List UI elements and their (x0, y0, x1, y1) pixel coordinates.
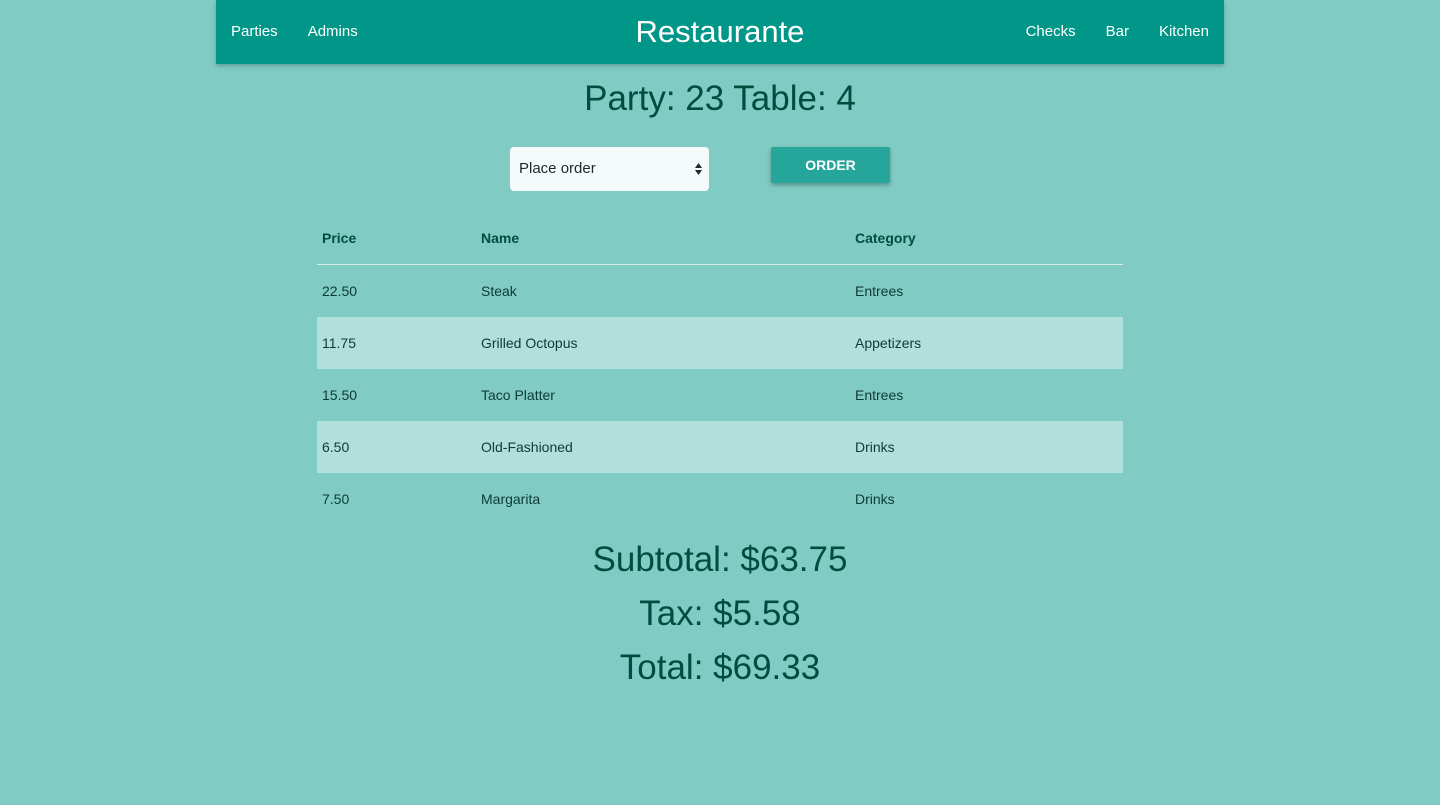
nav-link-parties[interactable]: Parties (216, 0, 293, 64)
nav-link-admins[interactable]: Admins (293, 0, 373, 64)
nav-left-group: Parties Admins (216, 0, 373, 64)
cell-name: Margarita (481, 491, 541, 507)
cell-name: Grilled Octopus (476, 317, 850, 369)
nav-link-kitchen[interactable]: Kitchen (1144, 0, 1224, 64)
cell-price: 22.50 (322, 283, 358, 299)
order-items-table: Price Name Category 22.50 Steak Entrees … (317, 212, 1123, 525)
cell-name: Steak (481, 283, 517, 299)
cell-price: 11.75 (317, 317, 476, 369)
cell-category: Appetizers (850, 317, 1123, 369)
cell-category: Entrees (855, 283, 904, 299)
table-row: 22.50 Steak Entrees (317, 265, 1123, 318)
nav-link-checks[interactable]: Checks (1011, 0, 1091, 64)
table-row: 11.75 Grilled Octopus Appetizers (317, 317, 1123, 369)
cell-price: 15.50 (322, 387, 358, 403)
brand-logo-text[interactable]: Restaurante (636, 14, 805, 49)
place-order-select[interactable]: Place order (510, 147, 709, 191)
top-navbar: Parties Admins Restaurante Checks Bar Ki… (216, 0, 1224, 64)
cell-price: 6.50 (317, 421, 476, 473)
total-text: Total: $69.33 (619, 648, 821, 687)
place-order-select-value: Place order (519, 160, 596, 177)
table-row: 7.50 Margarita Drinks (317, 473, 1123, 525)
cell-category: Drinks (850, 421, 1123, 473)
select-arrows-icon (695, 163, 702, 175)
page-title: Party: 23 Table: 4 (584, 79, 856, 118)
column-header-category: Category (850, 212, 1123, 265)
table-row: 15.50 Taco Platter Entrees (317, 369, 1123, 421)
subtotal-text: Subtotal: $63.75 (592, 540, 848, 579)
nav-right-group: Checks Bar Kitchen (1011, 0, 1224, 64)
tax-text: Tax: $5.58 (639, 594, 801, 633)
table-row: 6.50 Old-Fashioned Drinks (317, 421, 1123, 473)
column-header-name: Name (476, 212, 850, 265)
nav-link-bar[interactable]: Bar (1091, 0, 1144, 64)
column-header-price: Price (317, 212, 476, 265)
cell-name: Taco Platter (481, 387, 555, 403)
cell-name: Old-Fashioned (476, 421, 850, 473)
table-header-row: Price Name Category (317, 212, 1123, 265)
order-button[interactable]: ORDER (771, 147, 890, 183)
cell-price: 7.50 (322, 491, 350, 507)
cell-category: Entrees (855, 387, 904, 403)
cell-category: Drinks (855, 491, 895, 507)
